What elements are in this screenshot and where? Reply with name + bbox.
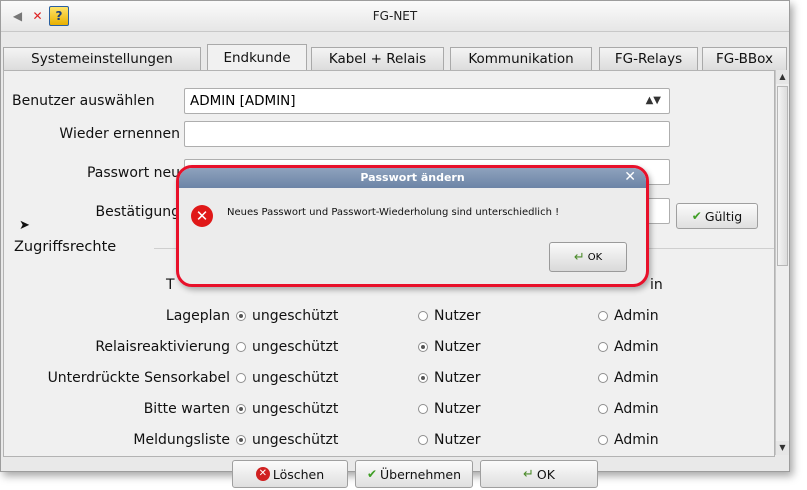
radio-bitte-warten-ungeschuetzt[interactable]: ungeschützt (236, 401, 338, 417)
radio-label: Nutzer (434, 308, 481, 324)
ok-button-label: OK (536, 466, 555, 482)
user-select[interactable]: ADMIN [ADMIN] ▲▼ (184, 88, 670, 114)
radio-meldungsliste-admin[interactable]: Admin (598, 432, 659, 448)
partial-row-option: in (650, 277, 663, 293)
radio-dot (418, 404, 428, 414)
checkmark-icon: ✔ (691, 209, 702, 223)
window-title: FG-NET (372, 9, 418, 23)
dialog-title: Passwort ändern (360, 171, 465, 184)
radio-label: Admin (614, 308, 659, 324)
radio-label: ungeschützt (252, 308, 339, 324)
access-row-label: Relaisreaktivierung (95, 339, 230, 355)
radio-label: ungeschützt (252, 432, 339, 448)
dialog-ok-label: OK (587, 251, 603, 263)
radio-label: ungeschützt (252, 339, 339, 355)
radio-lageplan-admin[interactable]: Admin (598, 308, 659, 324)
radio-sensorkabel-nutzer[interactable]: Nutzer (418, 370, 481, 386)
radio-dot (418, 373, 428, 383)
dialog-ok-button[interactable]: ↵ OK (549, 242, 627, 272)
radio-lageplan-ungeschuetzt[interactable]: ungeschützt (236, 308, 338, 324)
radio-meldungsliste-nutzer[interactable]: Nutzer (418, 432, 481, 448)
radio-label: Admin (614, 401, 659, 417)
radio-dot (598, 435, 608, 445)
tab-fg-relays[interactable]: FG-Relays (599, 47, 698, 70)
select-arrows-icon: ▲▼ (645, 95, 661, 106)
radio-relaisreaktivierung-admin[interactable]: Admin (598, 339, 659, 355)
delete-button[interactable]: ✕ Löschen (232, 460, 348, 488)
radio-dot (598, 342, 608, 352)
user-select-label: Benutzer auswählen (12, 93, 155, 109)
enter-arrow-icon: ↵ (523, 466, 534, 482)
radio-label: Nutzer (434, 339, 481, 355)
radio-label: Admin (614, 339, 659, 355)
vertical-scrollbar[interactable]: ▲ ▼ (775, 70, 789, 455)
radio-bitte-warten-nutzer[interactable]: Nutzer (418, 401, 481, 417)
scroll-up-icon[interactable]: ▲ (776, 70, 789, 84)
access-row-label: Lageplan (165, 308, 230, 324)
radio-dot (418, 435, 428, 445)
error-icon: ✕ (191, 205, 213, 227)
radio-meldungsliste-ungeschuetzt[interactable]: ungeschützt (236, 432, 338, 448)
radio-sensorkabel-admin[interactable]: Admin (598, 370, 659, 386)
rename-label: Wieder ernennen (59, 126, 180, 142)
radio-dot (418, 342, 428, 352)
ok-button[interactable]: ↵ OK (480, 460, 598, 488)
dialog-message: Neues Passwort und Passwort-Wiederholung… (227, 207, 560, 218)
radio-relaisreaktivierung-ungeschuetzt[interactable]: ungeschützt (236, 339, 338, 355)
radio-label: ungeschützt (252, 370, 339, 386)
scroll-down-icon[interactable]: ▼ (776, 441, 789, 455)
password-change-dialog: Passwort ändern ✕ ✕ Neues Passwort und P… (176, 165, 649, 287)
radio-dot (598, 311, 608, 321)
delete-button-label: Löschen (272, 466, 325, 482)
radio-label: ungeschützt (252, 401, 339, 417)
radio-label: Admin (614, 432, 659, 448)
radio-dot (236, 311, 246, 321)
tab-kabel-relais[interactable]: Kabel + Relais (311, 47, 444, 70)
radio-bitte-warten-admin[interactable]: Admin (598, 401, 659, 417)
rename-field[interactable] (184, 121, 670, 147)
radio-sensorkabel-ungeschuetzt[interactable]: ungeschützt (236, 370, 338, 386)
tab-endkunde[interactable]: Endkunde (207, 44, 307, 71)
dialog-close-icon[interactable]: ✕ (624, 169, 636, 185)
password-new-label: Passwort neu (86, 165, 180, 181)
radio-dot (418, 311, 428, 321)
enter-arrow-icon: ↵ (573, 249, 585, 265)
user-select-value: ADMIN [ADMIN] (190, 93, 296, 109)
scrollbar-thumb[interactable] (777, 86, 788, 266)
radio-dot (236, 404, 246, 414)
access-row-label: Meldungsliste (133, 432, 230, 448)
access-row-label: Unterdrückte Sensorkabel (47, 370, 230, 386)
access-rights-heading: Zugriffsrechte (14, 239, 117, 255)
password-confirm-label: Bestätigung (95, 204, 180, 220)
apply-button[interactable]: ✔ Übernehmen (355, 460, 473, 488)
valid-button-label: Gültig (704, 208, 743, 224)
radio-dot (236, 342, 246, 352)
tab-bar: Systemeinstellungen Endkunde Kabel + Rel… (3, 44, 787, 71)
tab-fg-bbox[interactable]: FG-BBox (702, 47, 787, 70)
radio-label: Admin (614, 370, 659, 386)
checkmark-icon: ✔ (366, 467, 378, 481)
partial-row-label: T (166, 277, 175, 293)
radio-label: Nutzer (434, 432, 481, 448)
delete-x-icon: ✕ (255, 467, 270, 481)
apply-button-label: Übernehmen (380, 466, 462, 482)
mouse-cursor-icon: ➤ (19, 218, 30, 233)
radio-lageplan-nutzer[interactable]: Nutzer (418, 308, 481, 324)
tab-kommunikation[interactable]: Kommunikation (450, 47, 592, 70)
radio-relaisreaktivierung-nutzer[interactable]: Nutzer (418, 339, 481, 355)
radio-dot (236, 373, 246, 383)
title-bar: ◀ ✕ ? FG-NET (1, 1, 789, 32)
valid-button[interactable]: ✔ Gültig (676, 203, 758, 229)
radio-dot (598, 404, 608, 414)
tab-systemeinstellungen[interactable]: Systemeinstellungen (3, 47, 201, 70)
dialog-title-bar: Passwort ändern ✕ (179, 168, 646, 188)
radio-dot (598, 373, 608, 383)
radio-label: Nutzer (434, 370, 481, 386)
radio-dot (236, 435, 246, 445)
access-row-label: Bitte warten (143, 401, 230, 417)
radio-label: Nutzer (434, 401, 481, 417)
